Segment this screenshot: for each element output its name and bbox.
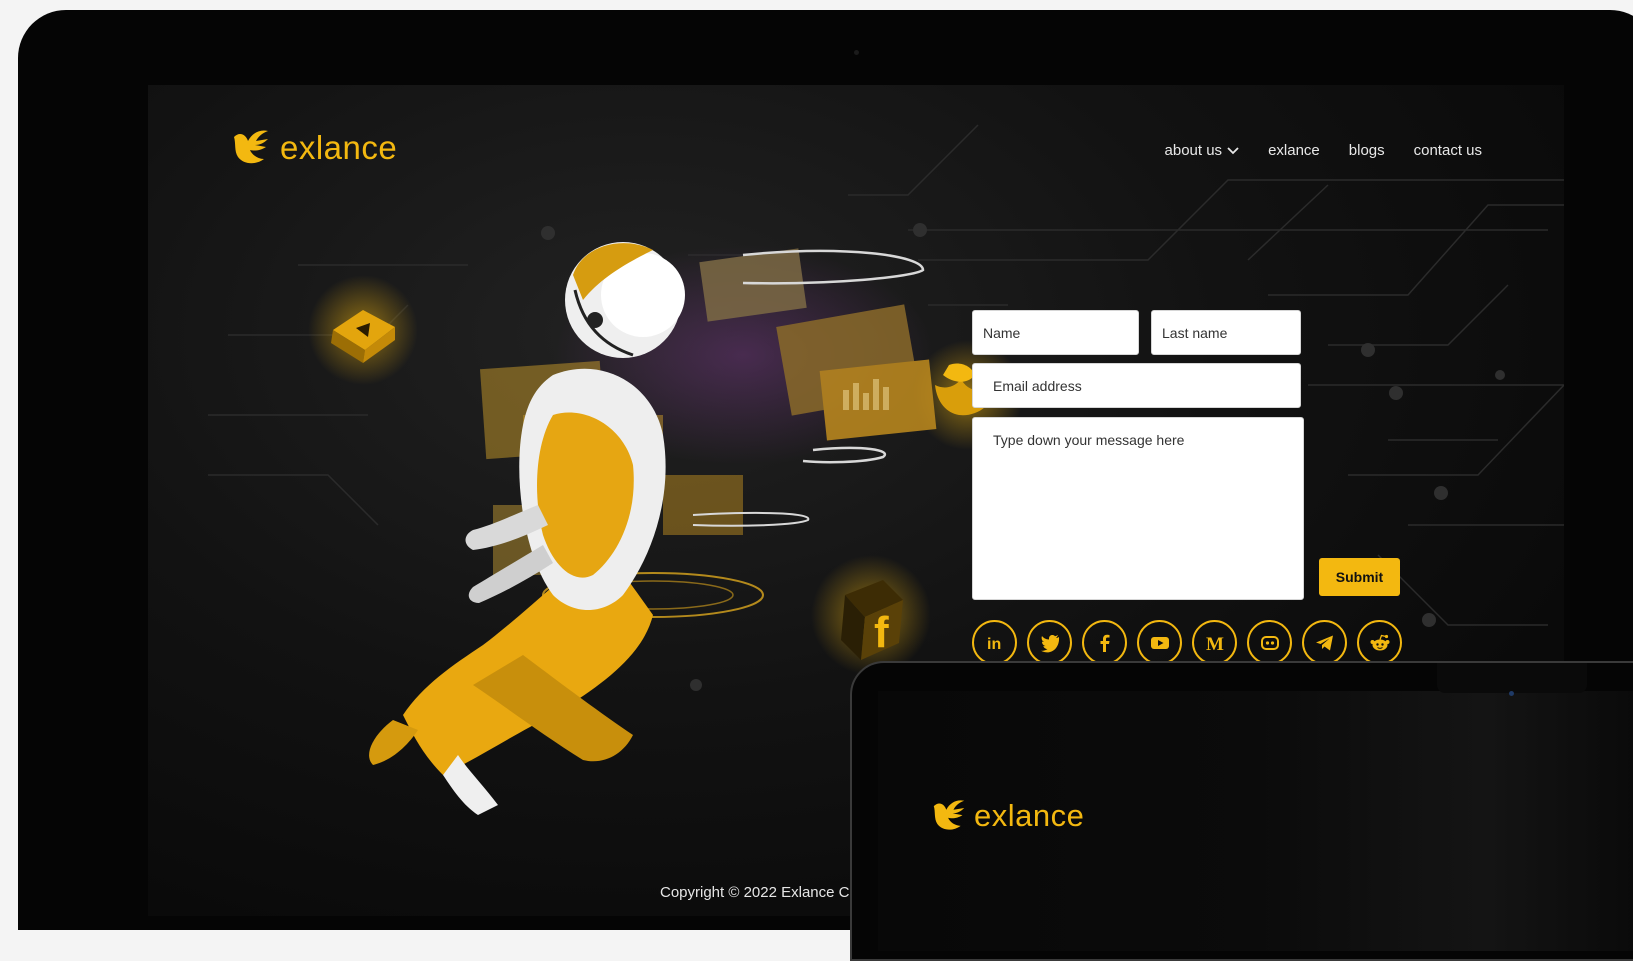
nav-item-label: about us [1164, 142, 1223, 159]
tablet-notch [1437, 663, 1587, 693]
last-name-input[interactable]: Last name [1151, 310, 1301, 355]
main-nav: about us exlance blogs contact us [1165, 142, 1482, 159]
twitter-link[interactable] [1027, 620, 1072, 665]
nav-item-contact-us[interactable]: contact us [1414, 142, 1482, 159]
email-input[interactable]: Email address [972, 363, 1301, 408]
facebook-icon [1100, 634, 1109, 652]
medium-icon: M [1206, 634, 1224, 654]
facebook-cube-icon: f [811, 555, 931, 675]
nav-item-label: blogs [1348, 142, 1385, 159]
nav-item-label: exlance [1268, 142, 1320, 159]
nav-item-about-us[interactable]: about us [1165, 142, 1240, 159]
tablet-camera-icon [1509, 691, 1514, 696]
youtube-icon [1150, 636, 1169, 649]
message-textarea[interactable]: Type down your message here [972, 417, 1304, 600]
svg-text:f: f [874, 608, 889, 657]
social-links: in M [972, 620, 1402, 665]
youtube-link[interactable] [1137, 620, 1182, 665]
nav-item-label: contact us [1413, 142, 1482, 159]
email-placeholder: Email address [993, 377, 1082, 394]
youtube-cube-icon [308, 275, 418, 385]
copyright-text: Copyright © 2022 Exlance C [660, 884, 850, 901]
name-placeholder: Name [983, 324, 1021, 341]
last-name-placeholder: Last name [1162, 324, 1228, 341]
brand-name: exlance [280, 129, 398, 166]
name-input[interactable]: Name [972, 310, 1139, 355]
tablet-frame: exlance [850, 661, 1633, 961]
site-logo[interactable]: exlance [230, 129, 397, 167]
tablet-screen: exlance [878, 691, 1633, 951]
svg-text:M: M [1206, 634, 1224, 654]
submit-button[interactable]: Submit [1319, 558, 1400, 596]
camera-icon [854, 50, 859, 55]
message-placeholder: Type down your message here [993, 432, 1185, 448]
linkedin-icon: in [987, 636, 1001, 653]
linkedin-link[interactable]: in [972, 620, 1017, 665]
nav-item-exlance[interactable]: exlance [1268, 142, 1320, 159]
facebook-link[interactable] [1082, 620, 1127, 665]
reddit-icon [1370, 634, 1389, 650]
discord-icon [1260, 635, 1279, 650]
twitter-icon [1040, 634, 1059, 652]
telegram-link[interactable] [1302, 620, 1347, 665]
telegram-icon [1315, 635, 1333, 650]
tablet-site-logo[interactable]: exlance [930, 798, 1084, 834]
chevron-down-icon [1227, 146, 1239, 154]
tablet-brand-name: exlance [974, 798, 1085, 833]
discord-link[interactable] [1247, 620, 1292, 665]
nav-item-blogs[interactable]: blogs [1349, 142, 1385, 159]
bird-logo-icon [234, 130, 268, 164]
svg-text:in: in [987, 636, 1001, 653]
medium-link[interactable]: M [1192, 620, 1237, 665]
reddit-link[interactable] [1357, 620, 1402, 665]
bird-logo-icon [933, 800, 965, 830]
